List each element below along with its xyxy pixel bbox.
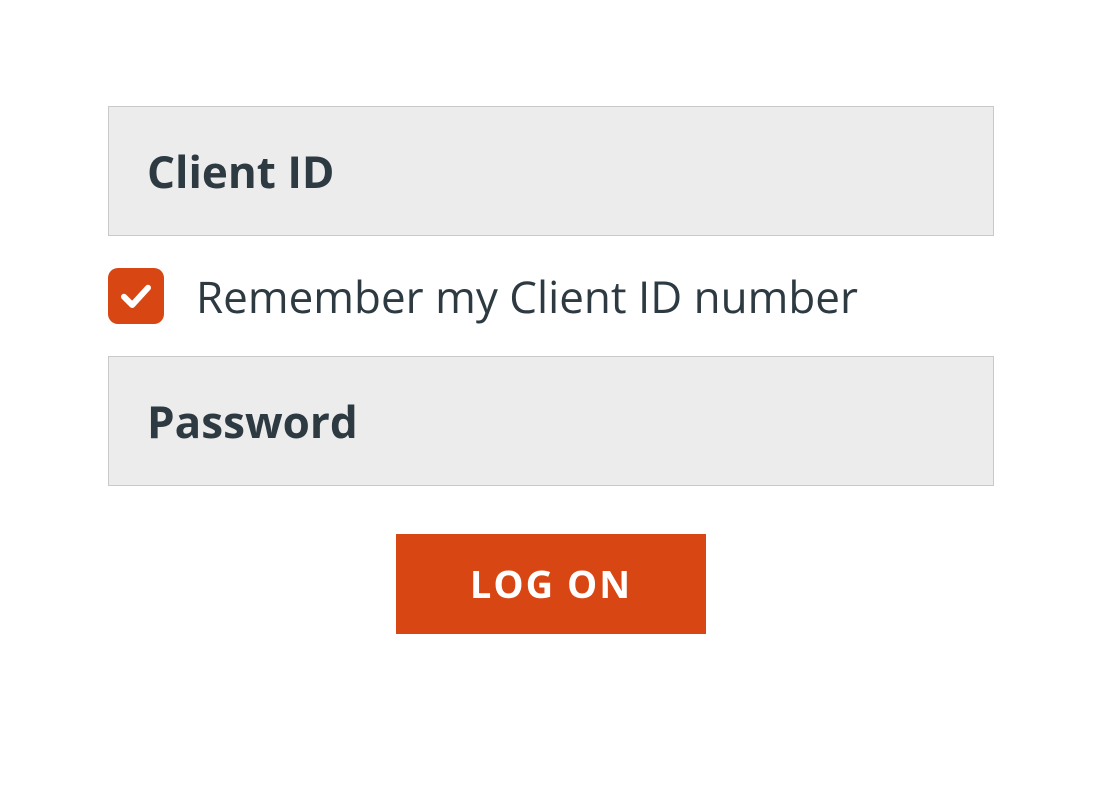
remember-checkbox[interactable] [108, 268, 164, 324]
remember-row: Remember my Client ID number [108, 266, 994, 326]
login-form: Remember my Client ID number LOG ON [108, 106, 994, 634]
check-icon [118, 278, 154, 314]
remember-label: Remember my Client ID number [196, 266, 858, 326]
logon-button[interactable]: LOG ON [396, 534, 706, 634]
button-row: LOG ON [108, 534, 994, 634]
client-id-input[interactable] [108, 106, 994, 236]
password-input[interactable] [108, 356, 994, 486]
